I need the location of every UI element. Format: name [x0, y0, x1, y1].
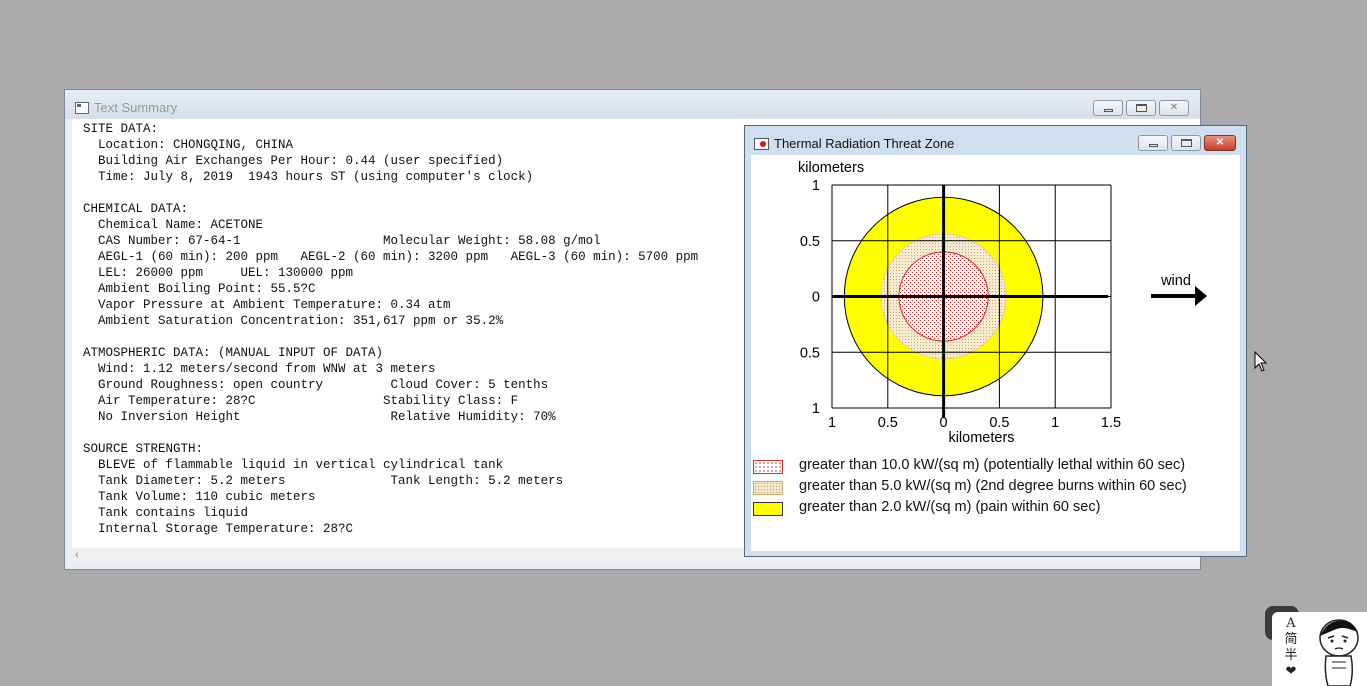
legend-item-burns: greater than 5.0 kW/(sq m) (2nd degree b…	[753, 478, 1187, 496]
text-summary-titlebar[interactable]: Text Summary ✕	[65, 90, 1200, 119]
legend-swatch-lethal	[753, 460, 783, 474]
legend-swatch-pain	[753, 502, 783, 516]
threat-zone-window[interactable]: Thermal Radiation Threat Zone ✕ 1 0.5 0 0.5…	[744, 125, 1247, 557]
x-tick-label: 0	[940, 415, 948, 431]
threat-zone-plot: 1 0.5 0 0.5 1 1.5 1 0.5 0 0.5 1 kilometers kilometer…	[798, 160, 1207, 446]
y-axis-label: kilometers	[798, 160, 864, 176]
text-summary-title: Text Summary	[94, 100, 178, 115]
wind-indicator: wind	[1151, 273, 1207, 306]
maximize-button[interactable]	[1126, 100, 1156, 116]
close-button[interactable]: ✕	[1159, 100, 1189, 116]
mouse-cursor-icon	[1254, 351, 1268, 372]
x-tick-label: 0.5	[878, 415, 898, 431]
minimize-icon	[1103, 108, 1113, 112]
widget-char-a: A	[1286, 616, 1296, 631]
maximize-icon	[1180, 139, 1192, 147]
x-tick-label: 1.5	[1101, 415, 1121, 431]
x-tick-label: 1	[828, 415, 836, 431]
widget-char-ban: 半	[1284, 648, 1298, 663]
y-tick-label: 0.5	[800, 234, 820, 250]
wind-label: wind	[1160, 273, 1191, 289]
maximize-icon	[1135, 104, 1147, 112]
minimize-button[interactable]	[1093, 100, 1123, 116]
x-tick-label: 0.5	[989, 415, 1009, 431]
threat-minimize-button[interactable]	[1138, 135, 1168, 151]
x-tick-label: 1	[1051, 415, 1059, 431]
widget-chars: A 简 半 ❤	[1283, 616, 1299, 680]
threat-maximize-button[interactable]	[1171, 135, 1201, 151]
y-tick-label: 1	[812, 178, 820, 194]
app-window-icon	[75, 102, 89, 114]
legend-item-pain: greater than 2.0 kW/(sq m) (pain within …	[753, 499, 1100, 517]
legend-item-lethal: greater than 10.0 kW/(sq m) (potentially…	[753, 457, 1185, 475]
threat-zone-window-icon	[754, 138, 769, 150]
threat-zone-client: 1 0.5 0 0.5 1 1.5 1 0.5 0 0.5 1 kilometers kilometer…	[751, 155, 1240, 551]
close-icon: ✕	[1169, 102, 1179, 113]
legend-label-burns: greater than 5.0 kW/(sq m) (2nd degree b…	[799, 478, 1187, 494]
wind-arrow-icon	[1195, 286, 1207, 306]
cartoon-avatar-icon	[1319, 619, 1359, 686]
legend-label-lethal: greater than 10.0 kW/(sq m) (potentially…	[799, 457, 1186, 473]
scroll-left-icon[interactable]: ‹	[75, 548, 79, 563]
close-icon: ✕	[1215, 137, 1225, 148]
legend-swatch-burns	[753, 481, 783, 495]
legend-label-pain: greater than 2.0 kW/(sq m) (pain within …	[799, 499, 1101, 515]
floating-widget[interactable]: A 简 半 ❤	[1272, 612, 1367, 686]
x-axis-label: kilometers	[948, 430, 1014, 446]
y-tick-label: 0	[812, 290, 820, 306]
y-tick-label: 1	[812, 401, 820, 417]
minimize-icon	[1148, 143, 1158, 147]
threat-close-button[interactable]: ✕	[1204, 135, 1236, 151]
widget-char-jian: 简	[1284, 632, 1298, 647]
heart-icon: ❤	[1285, 664, 1297, 679]
threat-zone-title: Thermal Radiation Threat Zone	[774, 136, 955, 151]
y-tick-label: 0.5	[800, 345, 820, 361]
